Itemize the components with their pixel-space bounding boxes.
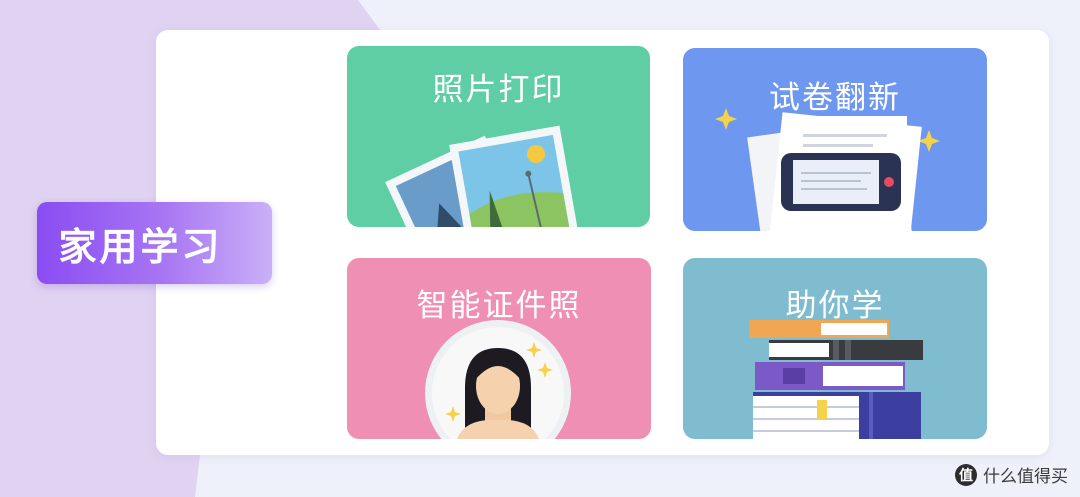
book-stack-icon — [749, 320, 923, 439]
watermark-text: 什么值得买 — [983, 467, 1068, 487]
study-helper-card[interactable]: 助你学 — [683, 258, 987, 439]
category-badge: 家用学习 — [37, 202, 272, 284]
smart-id-photo-card[interactable]: 智能证件照 — [347, 258, 651, 439]
exam-refresh-card[interactable]: 试卷翻新 — [683, 48, 987, 231]
watermark-logo-icon: 值 — [955, 463, 977, 486]
id-photo-portrait-icon — [425, 320, 571, 439]
scanned-document-icon — [715, 108, 940, 231]
photo-prints-icon — [385, 125, 579, 227]
category-label: 家用学习 — [58, 224, 223, 269]
photo-print-card[interactable]: 照片打印 — [347, 46, 650, 227]
site-watermark: 值 什么值得买 — [955, 462, 1068, 487]
